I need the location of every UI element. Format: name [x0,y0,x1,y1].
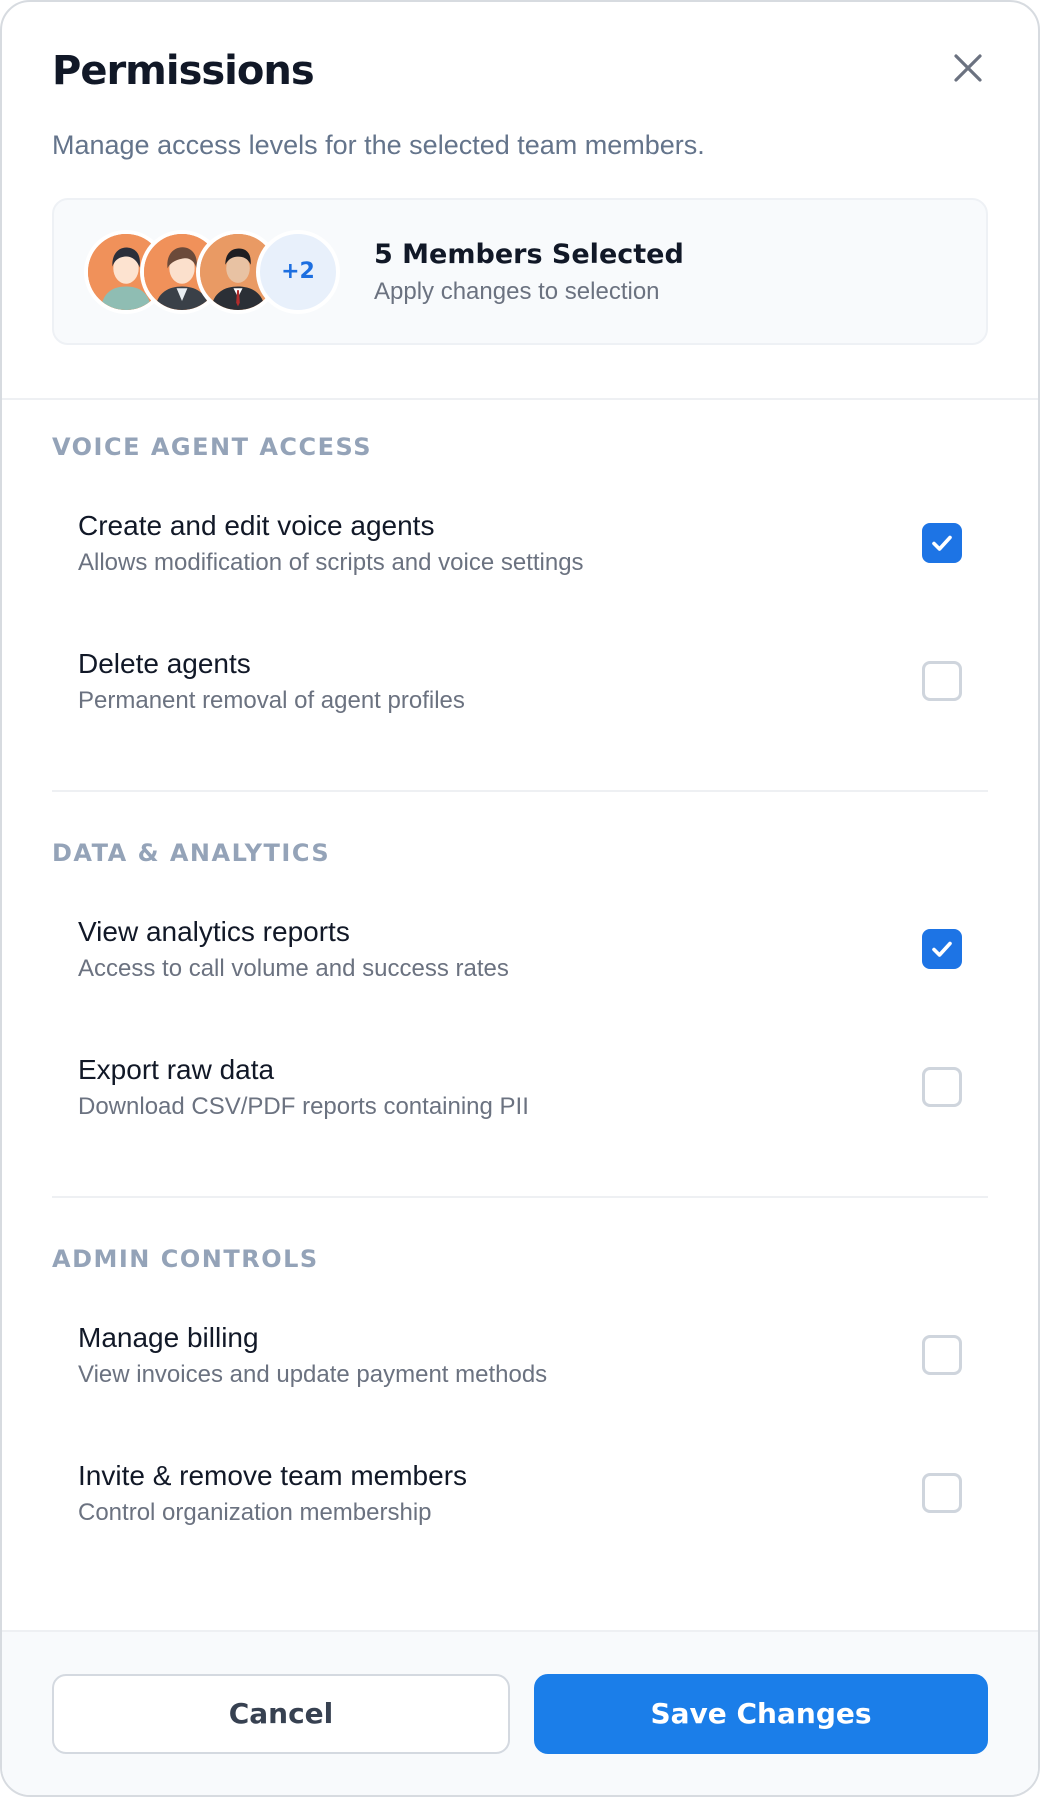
permission-text: Manage billing View invoices and update … [78,1320,547,1390]
close-icon [954,54,982,82]
close-button[interactable] [948,48,988,88]
members-selected-title: 5 Members Selected [374,238,684,270]
permission-row: Create and edit voice agents Allows modi… [52,474,988,612]
permission-row: Delete agents Permanent removal of agent… [52,612,988,750]
permission-label: Invite & remove team members [78,1460,468,1491]
permission-label: View analytics reports [78,916,350,947]
permission-description: Control organization membership [78,1499,432,1526]
avatar-stack: +2 [84,229,340,314]
permission-description: Download CSV/PDF reports containing PII [78,1093,529,1120]
permission-label: Delete agents [78,648,251,679]
permission-description: Allows modification of scripts and voice… [78,549,584,576]
section-data-analytics: DATA & ANALYTICS View analytics reports … [52,792,988,1198]
permissions-content: VOICE AGENT ACCESS Create and edit voice… [2,400,1038,1562]
permission-description: Permanent removal of agent profiles [78,687,465,714]
members-selected-subtitle: Apply changes to selection [374,277,660,305]
permission-description: View invoices and update payment methods [78,1361,548,1388]
section-voice-agent-access: VOICE AGENT ACCESS Create and edit voice… [52,400,988,792]
section-title: ADMIN CONTROLS [52,1245,319,1273]
permission-text: Delete agents Permanent removal of agent… [78,646,465,716]
permission-description: Access to call volume and success rates [78,955,509,982]
modal-header: Permissions Manage access levels for the… [2,2,1038,400]
check-icon [932,535,952,551]
section-title: DATA & ANALYTICS [52,839,331,867]
permission-text: Invite & remove team members Control org… [78,1458,467,1528]
permission-checkbox[interactable] [922,1473,962,1513]
permission-checkbox[interactable] [922,661,962,701]
modal-subtitle: Manage access levels for the selected te… [52,130,705,160]
permission-checkbox[interactable] [922,1067,962,1107]
section-admin-controls: ADMIN CONTROLS Manage billing View invoi… [52,1198,988,1562]
modal-footer: Cancel Save Changes [2,1630,1038,1795]
permission-row: Export raw data Download CSV/PDF reports… [52,1018,988,1156]
permission-row: Manage billing View invoices and update … [52,1286,988,1424]
permissions-modal: Permissions Manage access levels for the… [0,0,1040,1797]
permission-row: Invite & remove team members Control org… [52,1424,988,1562]
check-icon [932,941,952,957]
permission-checkbox[interactable] [922,1335,962,1375]
more-members-badge: +2 [256,229,340,314]
permission-label: Manage billing [78,1322,259,1353]
permission-row: View analytics reports Access to call vo… [52,880,988,1018]
permission-checkbox[interactable] [922,929,962,969]
permission-label: Create and edit voice agents [78,510,435,541]
permission-label: Export raw data [78,1054,275,1085]
cancel-button[interactable]: Cancel [52,1673,510,1754]
modal-title: Permissions [52,48,315,94]
permission-text: Create and edit voice agents Allows modi… [78,508,584,578]
permission-checkbox[interactable] [922,523,962,563]
permission-text: View analytics reports Access to call vo… [78,914,509,984]
permission-text: Export raw data Download CSV/PDF reports… [78,1052,529,1122]
save-changes-button[interactable]: Save Changes [533,1673,988,1754]
section-title: VOICE AGENT ACCESS [52,433,373,461]
members-summary: 5 Members Selected Apply changes to sele… [374,237,684,307]
selected-members-card: +2 5 Members Selected Apply changes to s… [52,198,988,345]
